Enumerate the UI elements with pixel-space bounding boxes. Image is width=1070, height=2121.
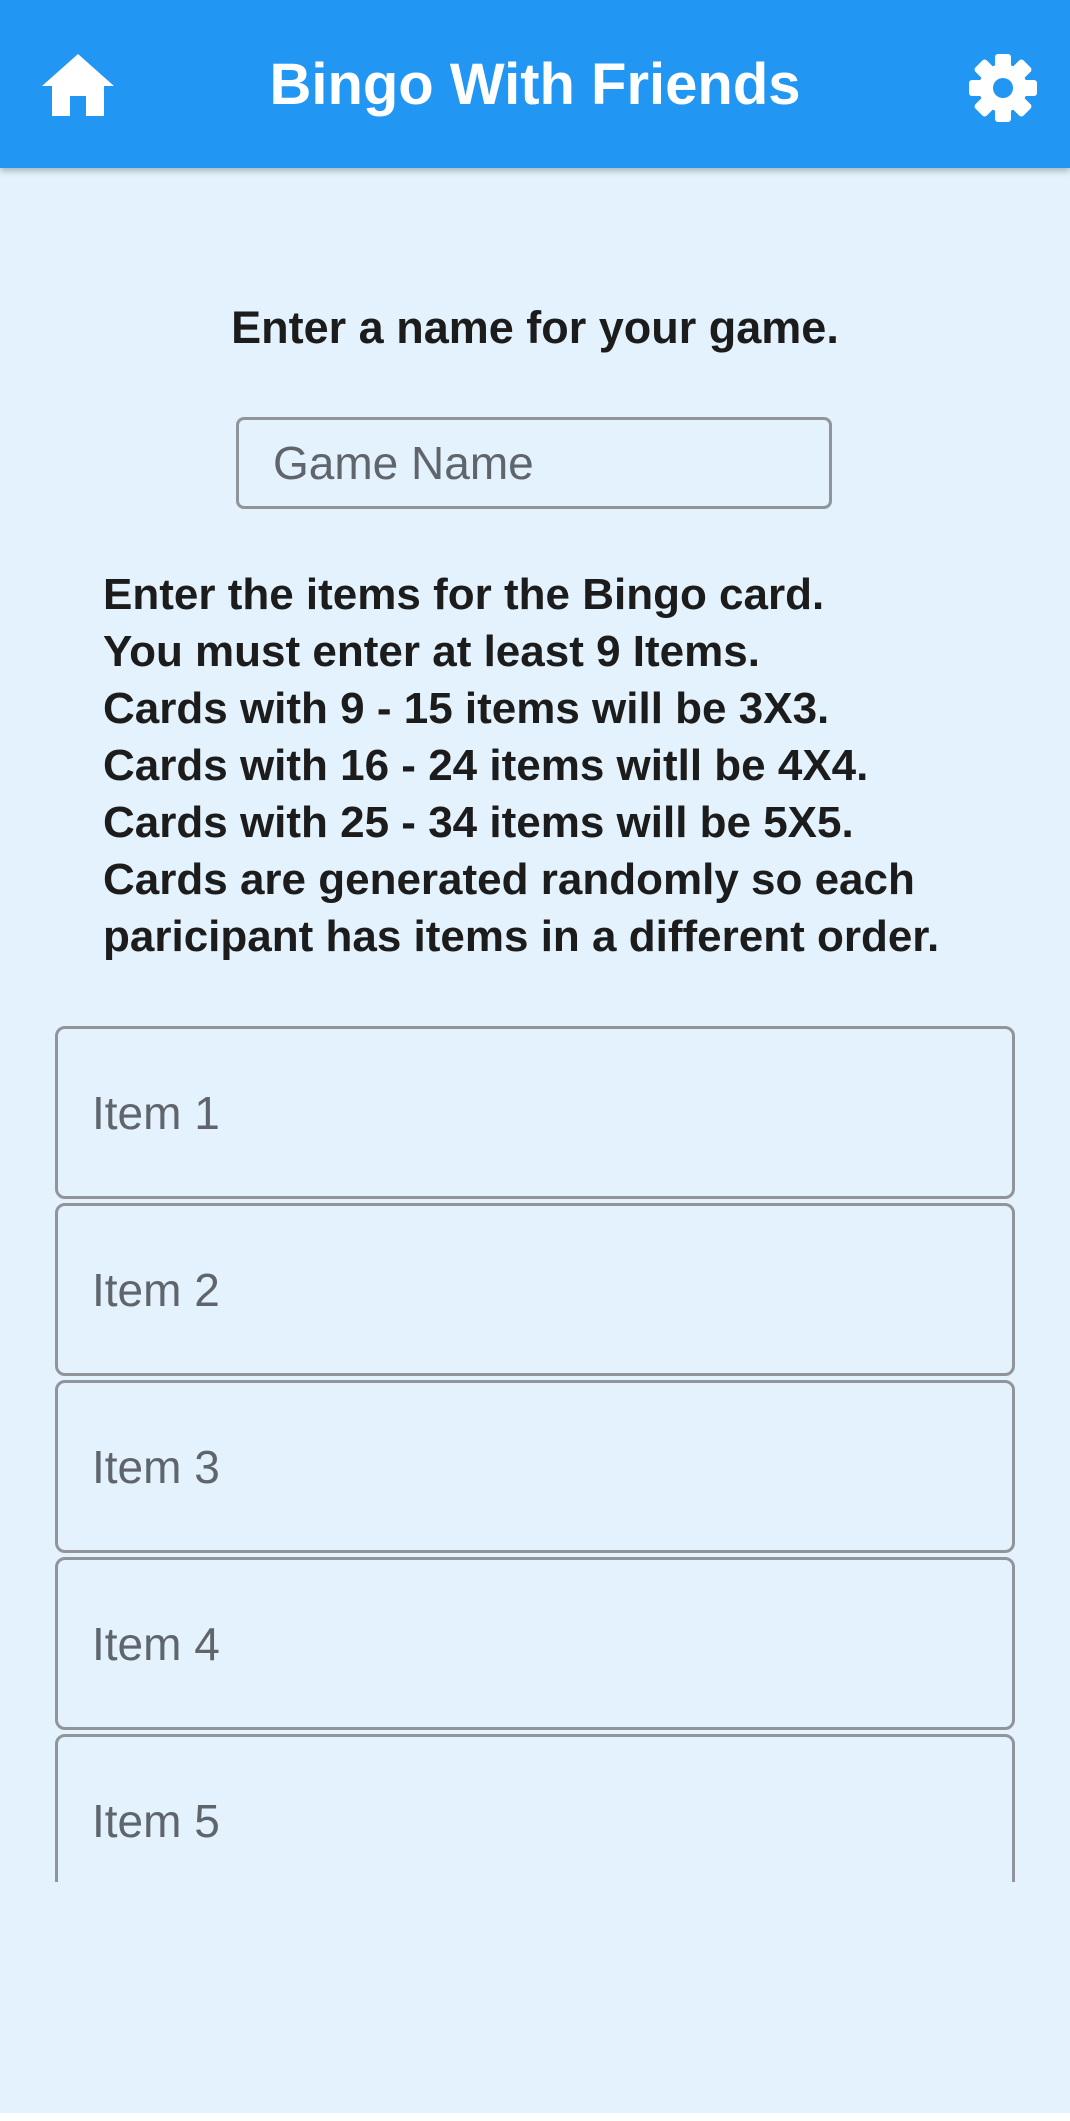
items-list[interactable] (55, 1026, 1015, 1882)
instruction-line: Enter the items for the Bingo card. (103, 570, 825, 619)
gear-icon (969, 54, 1037, 122)
bottom-edge (0, 2113, 1070, 2121)
instruction-line: Cards with 16 - 24 items witll be 4X4. (103, 741, 869, 790)
instruction-line: paricipant has items in a different orde… (103, 912, 940, 961)
item-input[interactable] (55, 1734, 1015, 1882)
instruction-line: Cards with 25 - 34 items will be 5X5. (103, 798, 854, 847)
home-button[interactable] (40, 50, 116, 120)
item-input[interactable] (55, 1380, 1015, 1553)
item-input[interactable] (55, 1557, 1015, 1730)
settings-button[interactable] (965, 50, 1041, 126)
create-game-form: Enter a name for your game. Enter the it… (0, 168, 1070, 2041)
instructions-text: Enter the items for the Bingo card. You … (103, 566, 1023, 965)
home-icon (42, 54, 114, 116)
instruction-line: You must enter at least 9 Items. (103, 627, 760, 676)
item-input[interactable] (55, 1203, 1015, 1376)
instruction-line: Cards with 9 - 15 items will be 3X3. (103, 684, 830, 733)
app-bar: Bingo With Friends (0, 0, 1070, 168)
app-title: Bingo With Friends (269, 52, 801, 117)
item-input[interactable] (55, 1026, 1015, 1199)
instruction-line: Cards are generated randomly so each (103, 855, 915, 904)
game-name-prompt: Enter a name for your game. (231, 302, 839, 353)
game-name-input[interactable] (236, 417, 832, 509)
